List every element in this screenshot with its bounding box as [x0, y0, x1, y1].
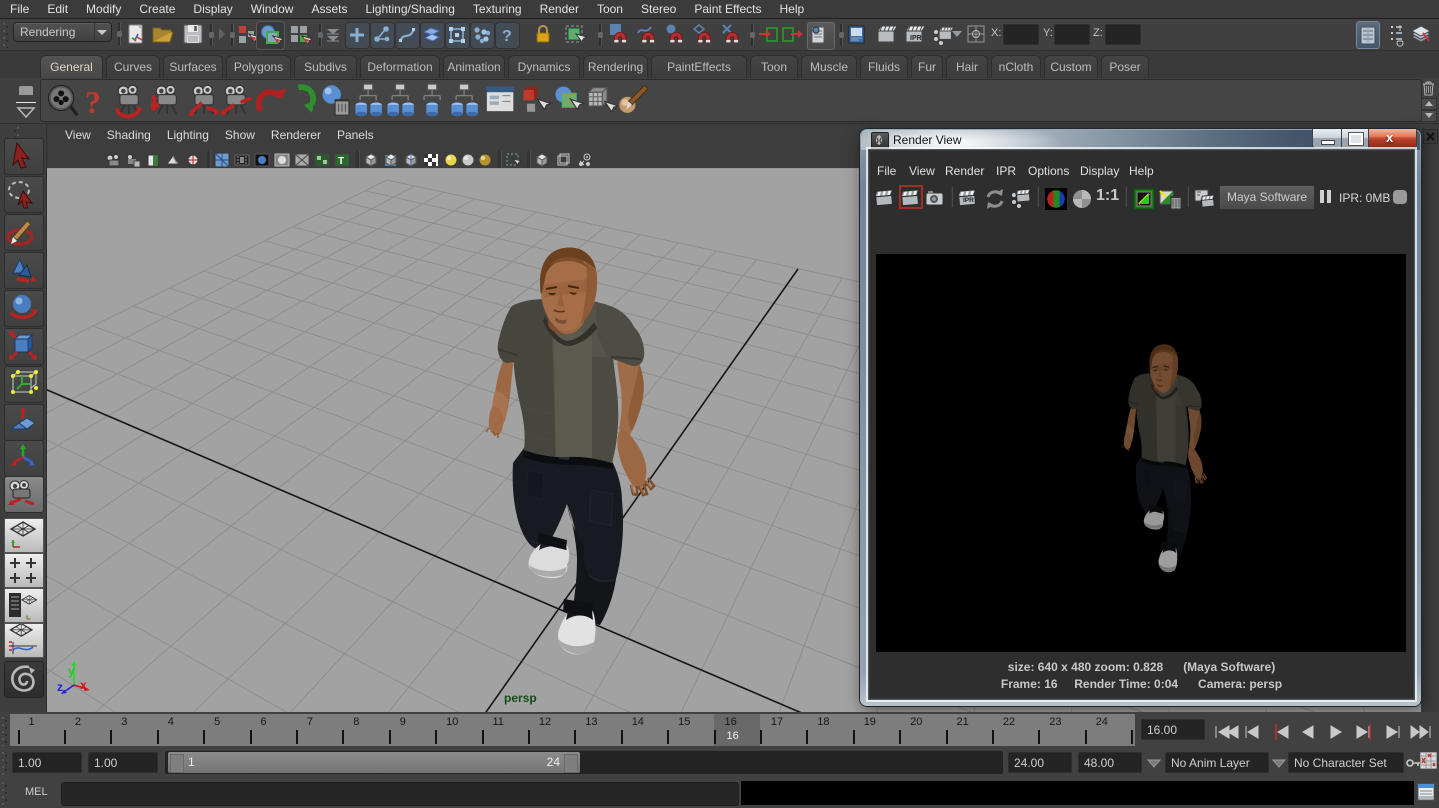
svg-text:IPR: IPR [963, 197, 974, 204]
svg-text:x: x [80, 678, 87, 692]
svg-text:?: ? [85, 84, 101, 119]
svg-text:z: z [57, 680, 63, 694]
svg-text:T: T [338, 156, 344, 167]
svg-text:IPR: IPR [910, 35, 922, 42]
svg-text:persp: persp [504, 691, 537, 705]
svg-text:y: y [68, 664, 75, 678]
svg-text:?: ? [502, 28, 512, 45]
